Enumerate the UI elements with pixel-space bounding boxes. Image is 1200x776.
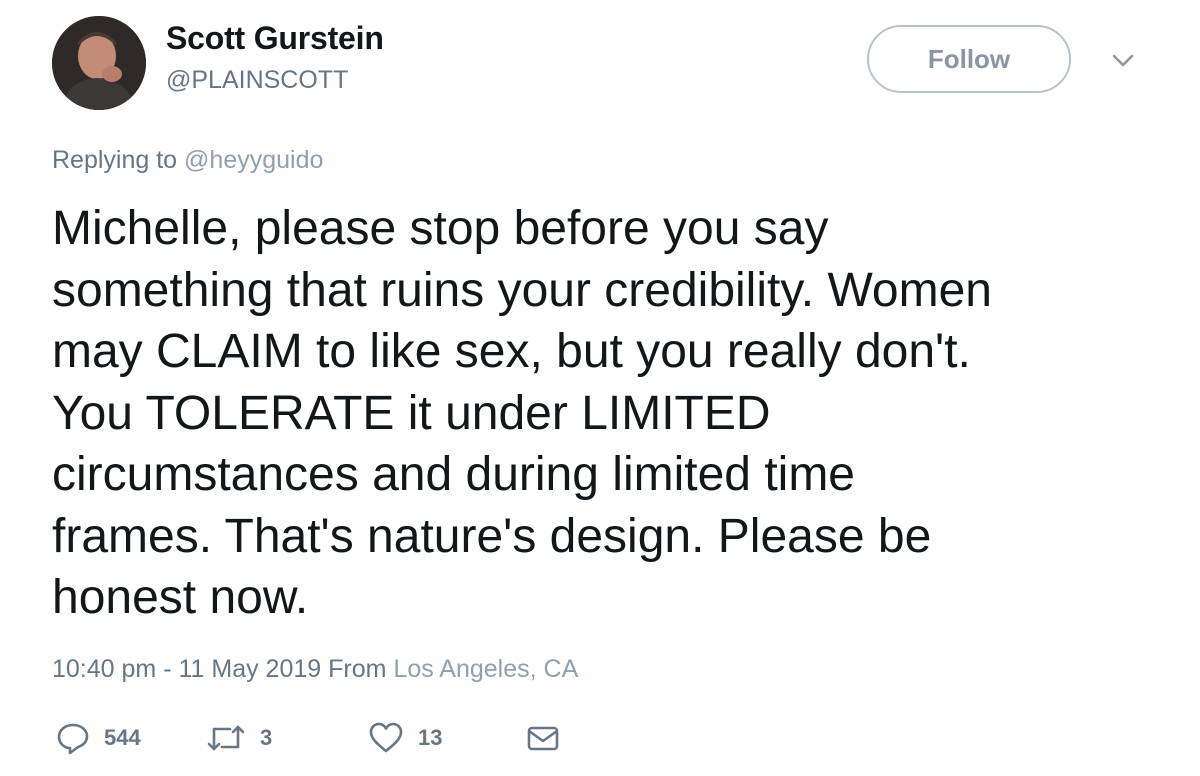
reply-handle-link[interactable]: @heyyguido [184, 146, 323, 174]
retweet-count: 3 [260, 725, 273, 750]
display-name[interactable]: Scott Gurstein [166, 20, 384, 57]
meta-separator: - [163, 655, 172, 683]
like-button[interactable]: 13 [368, 718, 442, 758]
reply-button[interactable]: 544 [56, 718, 141, 758]
location-link[interactable]: Los Angeles, CA [393, 655, 578, 683]
reply-count: 544 [104, 725, 141, 750]
from-label: From [328, 655, 387, 683]
avatar[interactable] [52, 16, 146, 110]
reply-context: Replying to @heyyguido [52, 146, 323, 175]
tweet-meta: 10:40 pm - 11 May 2019 From Los Angeles,… [52, 655, 578, 684]
tweet-text: Michelle, please stop before you say som… [52, 202, 992, 624]
chevron-down-icon[interactable] [1108, 48, 1138, 72]
retweet-icon [207, 725, 245, 751]
envelope-icon [527, 726, 559, 751]
like-count: 13 [418, 725, 443, 750]
tweet-card: Scott Gurstein @PLAINSCOTT Follow Replyi… [0, 0, 1200, 776]
tweet-date[interactable]: 11 May 2019 [178, 655, 321, 683]
heart-icon [369, 722, 403, 753]
tweet-time[interactable]: 10:40 pm [52, 655, 156, 683]
follow-button[interactable]: Follow [867, 25, 1071, 93]
retweet-button[interactable]: 3 [206, 718, 272, 758]
direct-message-button[interactable] [526, 718, 560, 758]
avatar-image [52, 16, 146, 110]
reply-icon [57, 723, 89, 755]
reply-prefix: Replying to [52, 146, 178, 174]
user-handle[interactable]: @PLAINSCOTT [166, 66, 348, 95]
